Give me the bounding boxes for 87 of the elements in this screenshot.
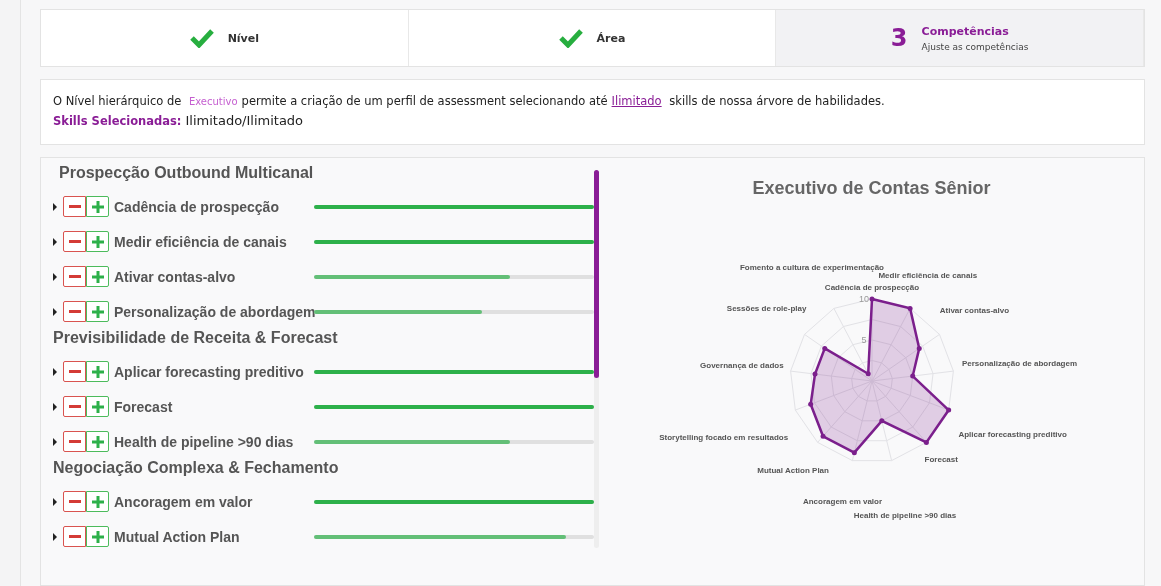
decrease-button[interactable] [63,396,86,417]
limit-link[interactable]: Ilimitado [611,94,662,108]
axis-label: Governança de dados [699,361,784,371]
chart-title: Executivo de Contas Sênior [752,178,991,199]
minus-icon [68,204,81,209]
group-title: Negociação Complexa & Fechamento [53,459,340,478]
axis-label: Aplicar forecasting preditivo [957,430,1067,440]
plus-icon [91,400,104,413]
caret-icon[interactable] [51,272,59,281]
skill-name: Mutual Action Plan [114,528,241,545]
decrease-button[interactable] [63,196,86,217]
axis-label: Ancoragem em valor [802,496,882,506]
check-icon [558,28,583,48]
increase-button[interactable] [86,196,109,217]
skill-name: Forecast [114,398,174,415]
skill-name: Ancoragem em valor [114,493,254,510]
decrease-button[interactable] [63,361,86,382]
skill-name: Cadência de prospecção [114,198,280,215]
decrease-button[interactable] [63,266,86,287]
minus-icon [68,439,81,444]
step-tab[interactable]: Nível [41,10,409,66]
axis-label: Sessões de role-play [726,304,806,314]
caret-icon[interactable] [51,497,59,506]
step-subtitle: Ajuste as competências [921,41,1029,52]
skill-name: Aplicar forecasting preditivo [114,363,305,380]
caret-icon[interactable] [51,402,59,411]
decrease-button[interactable] [63,231,86,252]
plus-icon [91,200,104,213]
caret-icon[interactable] [51,237,59,246]
decrease-button[interactable] [63,491,86,512]
minus-icon [68,404,81,409]
axis-label: Ativar contas-alvo [939,306,1009,316]
caret-icon[interactable] [51,367,59,376]
skill-name: Medir eficiência de canais [114,233,288,250]
plus-icon [91,305,104,318]
info-text: O Nível hierárquico de Executivo permite a criação de um perfil de assessment selecionando até Ilimitado skills de nossa árvore de habilidades. [53,94,886,108]
increase-button[interactable] [86,526,109,547]
selected-label: Skills Selecionadas: [53,114,182,128]
caret-icon[interactable] [51,437,59,446]
increase-button[interactable] [86,231,109,252]
plus-icon [91,235,104,248]
selected-count: Ilimitado/Ilimitado [185,113,304,128]
minus-icon [68,499,81,504]
minus-icon [68,274,81,279]
minus-icon [68,239,81,244]
increase-button[interactable] [86,301,109,322]
axis-label: Fomento a cultura de experimentação [739,262,884,272]
plus-icon [91,270,104,283]
decrease-button[interactable] [63,431,86,452]
group-title: Prospecção Outbound Multicanal [59,164,315,183]
axis-label: Storytelling focado em resultados [658,433,788,443]
scrollbar[interactable] [594,170,599,548]
step-tab[interactable]: 3 Competências Ajuste as competências [776,10,1144,66]
increase-button[interactable] [86,361,109,382]
increase-button[interactable] [86,396,109,417]
axis-label: Health de pipeline >90 dias [853,510,956,520]
group-title: Previsibilidade de Receita & Forecast [53,329,339,348]
step-title: Competências [921,24,1010,38]
decrease-button[interactable] [63,526,86,547]
step-number: 3 [890,24,908,52]
increase-button[interactable] [86,491,109,512]
axis-label: Forecast [924,455,958,465]
plus-icon [91,530,104,543]
axis-label: Personalização de abordagem [961,359,1077,369]
axis-label: Mutual Action Plan [756,466,829,476]
skill-name: Ativar contas-alvo [114,268,237,285]
increase-button[interactable] [86,431,109,452]
caret-icon[interactable] [51,532,59,541]
decrease-button[interactable] [63,301,86,322]
skill-name: Health de pipeline >90 dias [114,433,295,450]
increase-button[interactable] [86,266,109,287]
tick-label: 5 [861,335,866,345]
minus-icon [68,309,81,314]
tick-label: 10 [858,294,869,304]
caret-icon[interactable] [51,307,59,316]
minus-icon [68,369,81,374]
plus-icon [91,435,104,448]
axis-label: Medir eficiência de canais [877,270,977,280]
check-icon [189,28,214,48]
axis-label: Cadência de prospecção [824,283,919,292]
level-link[interactable]: Executivo [188,96,238,107]
minus-icon [68,534,81,539]
skill-name: Personalização de abordagem [114,303,314,320]
plus-icon [91,365,104,378]
scroll-thumb[interactable] [594,170,599,378]
plus-icon [91,495,104,508]
caret-icon[interactable] [51,202,59,211]
